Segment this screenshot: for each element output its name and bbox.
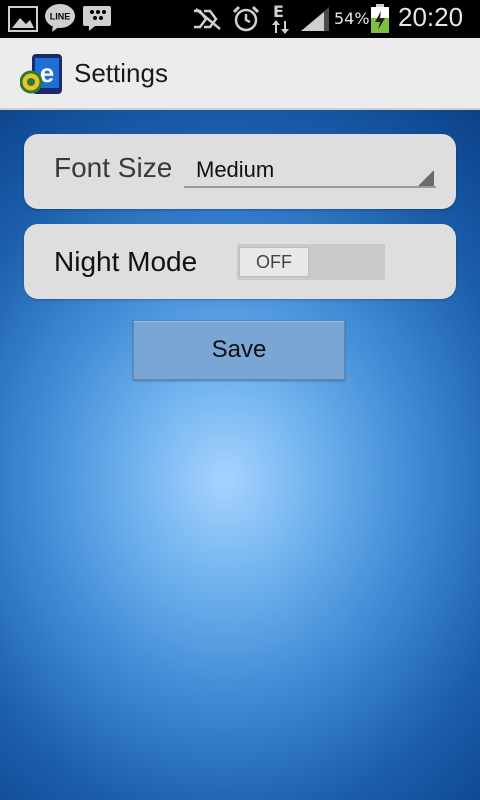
clock: 20:20 bbox=[398, 2, 464, 32]
font-size-value: Medium bbox=[196, 157, 275, 182]
data-arrows-icon bbox=[272, 20, 289, 34]
line-icon: LINE bbox=[45, 4, 75, 32]
app-logo-icon[interactable]: e bbox=[20, 52, 64, 96]
save-button[interactable]: Save bbox=[133, 320, 345, 380]
night-mode-label: Night Mode bbox=[54, 246, 198, 277]
battery-percent: 54% bbox=[334, 9, 370, 28]
dropdown-arrow-icon bbox=[418, 170, 434, 186]
font-size-card: Font Size Medium bbox=[24, 134, 456, 209]
font-size-label: Font Size bbox=[54, 152, 173, 183]
nfc-mute-icon bbox=[194, 8, 221, 30]
action-bar: e Settings bbox=[0, 38, 480, 110]
status-bar: LINE E 54% 20:20 bbox=[0, 0, 480, 38]
battery-charging-icon bbox=[371, 4, 389, 33]
night-mode-card: Night Mode OFF bbox=[24, 224, 456, 299]
bbm-icon bbox=[83, 6, 111, 31]
page-title: Settings bbox=[74, 58, 168, 88]
gallery-icon bbox=[8, 6, 38, 32]
line-badge-text: LINE bbox=[50, 12, 71, 22]
alarm-icon bbox=[232, 5, 260, 32]
signal-icon bbox=[301, 7, 329, 31]
network-type-label: E bbox=[273, 2, 284, 21]
night-mode-toggle[interactable]: OFF bbox=[237, 244, 385, 280]
toggle-thumb: OFF bbox=[239, 247, 309, 277]
settings-content: Font Size Medium Night Mode OFF Save bbox=[0, 110, 480, 800]
font-size-dropdown[interactable]: Medium bbox=[184, 156, 436, 188]
